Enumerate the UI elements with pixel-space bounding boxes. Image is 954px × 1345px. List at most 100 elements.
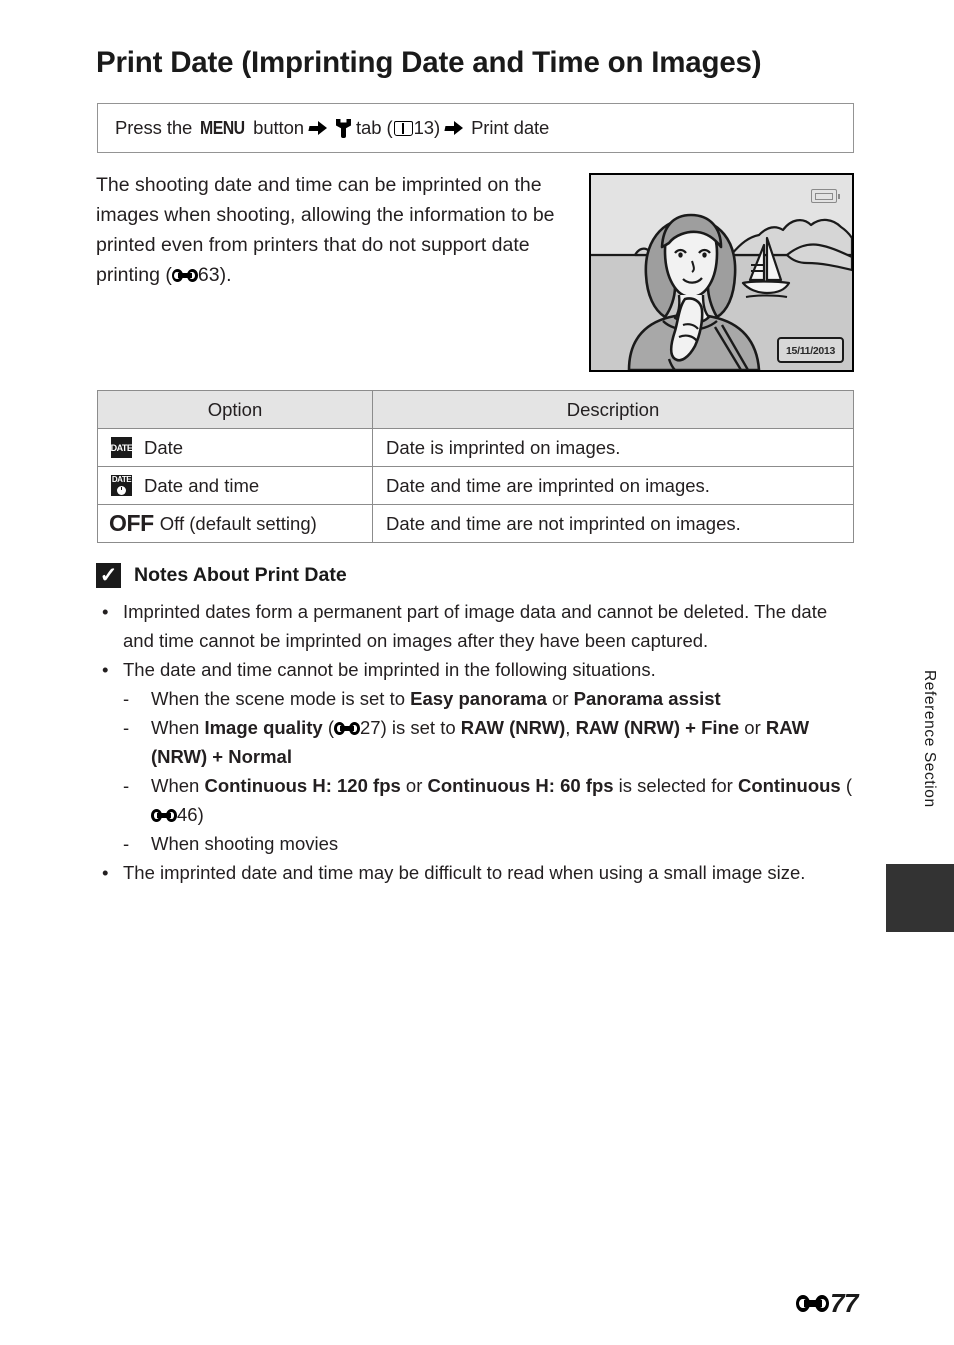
- sub3-p6: (: [840, 775, 853, 796]
- note-sub-bullet: - When Image quality (27) is set to RAW …: [123, 713, 856, 771]
- note-text: The date and time cannot be imprinted in…: [123, 659, 656, 680]
- bullet-marker: •: [102, 659, 109, 680]
- note-sub-list: - When the scene mode is set to Easy pan…: [123, 684, 856, 858]
- sub-bullet-marker: -: [123, 688, 130, 709]
- table-row: DATE Date Date is imprinted on images.: [97, 428, 854, 467]
- option-label: Off (default setting): [159, 512, 317, 534]
- intro-line-1: The shooting date and time can be imprin…: [96, 174, 510, 196]
- battery-icon: [811, 189, 840, 203]
- note-text: Imprinted dates form a permanent part of…: [123, 601, 828, 651]
- reference-section-icon: [334, 722, 361, 735]
- table-row: OFF Off (default setting) Date and time …: [97, 504, 854, 543]
- sub3-p7: 46: [177, 804, 198, 825]
- date-icon: DATE: [111, 437, 133, 458]
- camera-monitor-preview: 15/11/2013: [589, 173, 854, 372]
- sub3-p1: Continuous H: 120 fps: [204, 775, 401, 796]
- bullet-marker: •: [102, 601, 109, 622]
- menu-path-tab-word: tab: [355, 117, 382, 138]
- sub2-p0: When: [151, 717, 205, 738]
- menu-path-button-word: button: [253, 117, 304, 138]
- sub-bullet-marker: -: [123, 833, 130, 854]
- table-header-description: Description: [372, 390, 854, 429]
- sub3-p3: Continuous H: 60 fps: [427, 775, 614, 796]
- table-header-option: Option: [97, 390, 373, 429]
- option-label: Date: [144, 436, 184, 458]
- sub2-p5: RAW (NRW): [460, 717, 566, 738]
- options-table: Option Description DATE Date Date is imp…: [97, 390, 854, 543]
- sub3-p0: When: [151, 775, 205, 796]
- menu-path-destination: Print date: [471, 117, 550, 138]
- date-stamp-text: 15/11/2013: [786, 345, 835, 357]
- menu-path: Press the MENU button tab ( 13 ) Print d…: [98, 117, 549, 139]
- notes-body: • Imprinted dates form a permanent part …: [96, 597, 856, 887]
- sub1-p3: Panorama assist: [573, 688, 721, 709]
- bullet-marker: •: [102, 862, 109, 883]
- note-text: The imprinted date and time may be diffi…: [123, 862, 806, 883]
- note-sub-bullet: - When the scene mode is set to Easy pan…: [123, 684, 856, 713]
- table-row: DATE Date and time Date and time are imp…: [97, 466, 854, 505]
- page-number: 77: [830, 1288, 858, 1318]
- side-tab-label: Reference Section: [921, 670, 938, 808]
- menu-path-box: Press the MENU button tab ( 13 ) Print d…: [97, 103, 854, 153]
- intro-line-4-post: ).: [219, 264, 232, 286]
- description-text: Date is imprinted on images.: [386, 436, 621, 458]
- sub2-p8: or: [739, 717, 766, 738]
- sub2-p4: ) is set to: [380, 717, 461, 738]
- notes-title: Notes About Print Date: [134, 564, 347, 586]
- sub3-p4: is selected for: [613, 775, 738, 796]
- arrow-right-icon-2: [445, 120, 466, 136]
- intro-paragraph: The shooting date and time can be imprin…: [96, 170, 574, 290]
- sub1-p0: When the scene mode is set to: [151, 688, 411, 709]
- table-header-row: Option Description: [97, 390, 854, 429]
- note-sub-bullet: - When Continuous H: 120 fps or Continuo…: [123, 771, 856, 829]
- menu-path-prefix: Press the: [115, 117, 193, 138]
- note-bullet: • The imprinted date and time may be dif…: [96, 858, 856, 887]
- description-text: Date and time are not imprinted on image…: [386, 512, 741, 534]
- table-cell-option: OFF Off (default setting): [97, 504, 373, 543]
- note-sub-text: When Continuous H: 120 fps or Continuous…: [151, 771, 856, 829]
- clock-glyph: [117, 485, 126, 495]
- table-cell-option: DATE Date: [97, 428, 373, 467]
- page-title: Print Date (Imprinting Date and Time on …: [96, 46, 762, 79]
- sub3-p5: Continuous: [737, 775, 841, 796]
- table-cell-description: Date is imprinted on images.: [372, 428, 854, 467]
- sub-bullet-marker: -: [123, 717, 130, 738]
- notes-header: ✓ Notes About Print Date: [96, 563, 347, 588]
- wrench-icon: [336, 119, 351, 138]
- reference-section-icon: [171, 269, 198, 282]
- description-text: Date and time are imprinted on images.: [386, 474, 710, 496]
- intro-line-4-ref: 63: [197, 264, 220, 286]
- sub1-p1: Easy panorama: [410, 688, 547, 709]
- note-sub-text: When shooting movies: [151, 833, 339, 854]
- note-sub-bullet: - When shooting movies: [123, 829, 856, 858]
- option-label: Date and time: [144, 474, 260, 496]
- side-tab-block: [886, 864, 954, 932]
- date-time-icon: DATE: [111, 475, 132, 496]
- off-icon: OFF: [109, 510, 154, 536]
- sub2-p6: ,: [565, 717, 576, 738]
- sub3-p8: ): [197, 804, 204, 825]
- menu-button-glyph: MENU: [200, 117, 245, 138]
- sub3-p2: or: [400, 775, 428, 796]
- table-cell-description: Date and time are not imprinted on image…: [372, 504, 854, 543]
- reference-section-icon: [151, 809, 177, 822]
- sub2-p3: 27: [360, 717, 381, 738]
- note-sub-text: When the scene mode is set to Easy panor…: [151, 684, 856, 713]
- sub2-p7: RAW (NRW) + Fine: [575, 717, 740, 738]
- arrow-right-icon: [309, 120, 330, 136]
- menu-path-close-paren: ): [434, 117, 441, 138]
- date-stamp: 15/11/2013: [777, 337, 844, 363]
- menu-path-open-paren: (: [386, 117, 393, 138]
- sub1-p2: or: [546, 688, 574, 709]
- note-bullet: • The date and time cannot be imprinted …: [96, 655, 856, 684]
- note-bullet: • Imprinted dates form a permanent part …: [96, 597, 856, 655]
- date-time-icon-label: DATE: [111, 475, 132, 484]
- sub2-p2: (: [322, 717, 335, 738]
- page-footer: 77: [796, 1288, 858, 1319]
- reference-section-icon: [796, 1295, 830, 1312]
- book-icon: [393, 120, 413, 136]
- document-page: Print Date (Imprinting Date and Time on …: [0, 0, 954, 1345]
- table-cell-description: Date and time are imprinted on images.: [372, 466, 854, 505]
- sub-bullet-marker: -: [123, 775, 130, 796]
- table-cell-option: DATE Date and time: [97, 466, 373, 505]
